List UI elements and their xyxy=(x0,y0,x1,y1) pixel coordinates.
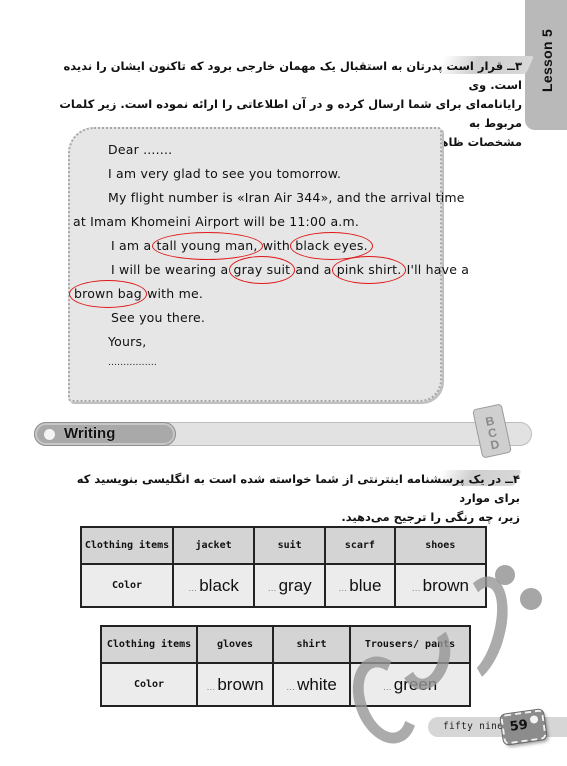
circled-phrase: brown bag xyxy=(69,280,147,308)
letter-text: with me. xyxy=(142,286,204,301)
answer-cell[interactable]: brown xyxy=(196,662,274,707)
page-number: 59 xyxy=(508,717,529,735)
letter-greeting: Dear ....... xyxy=(108,142,173,157)
header-cell: Clothing items xyxy=(80,526,174,565)
letter-closing: Yours, xyxy=(108,334,147,349)
instruction-line: زیر، چه رنگی را ترجیح می‌دهید. xyxy=(341,510,520,524)
answer-text: brown xyxy=(206,675,263,694)
letter-line: My flight number is «Iran Air 344», and … xyxy=(108,190,465,205)
header-cell: Clothing items xyxy=(100,625,198,664)
answer-text: gray xyxy=(268,576,312,595)
letter-line: See you there. xyxy=(111,310,206,325)
answer-text: blue xyxy=(338,576,381,595)
writing-section-header: Writing xyxy=(34,422,176,446)
letter-line: I am very glad to see you tomorrow. xyxy=(108,166,342,181)
answer-cell[interactable]: black xyxy=(171,563,256,608)
row-label: Color xyxy=(100,662,198,707)
section-title: Writing xyxy=(64,425,116,442)
page-number-tag: 59 xyxy=(499,707,548,747)
answer-text: black xyxy=(188,576,239,595)
header-cell: shirt xyxy=(272,625,351,664)
header-cell: gloves xyxy=(196,625,274,664)
circled-phrase: black eyes. xyxy=(290,232,373,260)
page-number-words: fifty nine xyxy=(443,721,504,732)
tag-hole-icon xyxy=(529,714,539,724)
lesson-side-tab: Lesson 5 xyxy=(525,0,567,130)
letter-text: I am a xyxy=(111,238,156,253)
letter-text: with xyxy=(258,238,295,253)
letter-line: at Imam Khomeini Airport will be 11:00 a… xyxy=(73,214,360,229)
header-cell: scarf xyxy=(324,526,396,565)
abc-books-icon: BCD xyxy=(472,403,512,459)
exercise-4-instructions: ۴ــ در یک پرسشنامه اینترنتی از شما خواست… xyxy=(48,470,520,527)
letter-line: brown bag with me. xyxy=(69,280,204,308)
answer-text: white xyxy=(286,675,337,694)
letter-line: I will be wearing a gray suit and a pink… xyxy=(111,256,470,284)
row-label: Color xyxy=(80,563,174,608)
answer-cell[interactable]: white xyxy=(272,662,351,707)
circled-phrase: tall young man, xyxy=(151,232,263,260)
table-row: Color black gray blue brown xyxy=(80,563,488,608)
instruction-line: ۴ــ در یک پرسشنامه اینترنتی از شما خواست… xyxy=(76,472,520,505)
letter-line: I am a tall young man, with black eyes. xyxy=(111,232,373,260)
letter-text: I'll have a xyxy=(402,262,470,277)
email-letter-panel: Dear ....... I am very glad to see you t… xyxy=(68,127,469,402)
answer-cell[interactable]: blue xyxy=(324,563,396,608)
table-header-row: Clothing items jacket suit scarf shoes xyxy=(80,526,488,565)
answer-text: brown xyxy=(412,576,469,595)
header-cell: shoes xyxy=(393,526,488,565)
clothing-colors-table-1: Clothing items jacket suit scarf shoes C… xyxy=(80,526,488,608)
circled-phrase: pink shirt. xyxy=(331,256,407,284)
bullet-dot-icon xyxy=(44,429,55,440)
circled-phrase: gray suit xyxy=(228,256,295,284)
answer-cell[interactable]: gray xyxy=(253,563,327,608)
instruction-line: ۳ــ قرار است پدرتان به استقبال یک مهمان … xyxy=(63,59,522,92)
letter-signature: ................ xyxy=(108,358,157,368)
letter-text: I will be wearing a xyxy=(111,262,233,277)
lesson-label: Lesson 5 xyxy=(539,28,555,92)
letter-text: and a xyxy=(291,262,336,277)
header-cell: jacket xyxy=(171,526,256,565)
header-cell: suit xyxy=(253,526,327,565)
